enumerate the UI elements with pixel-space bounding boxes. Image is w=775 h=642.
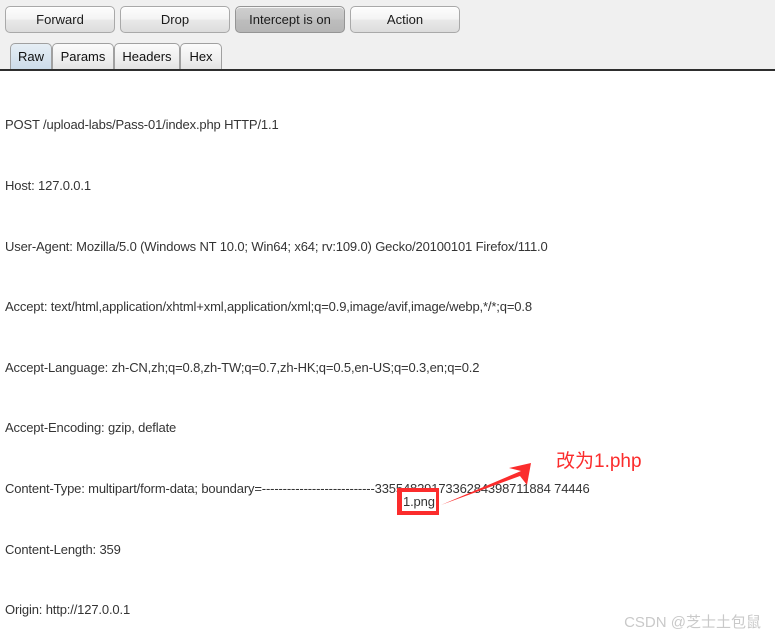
tab-headers[interactable]: Headers <box>114 43 180 69</box>
action-button[interactable]: Action <box>350 6 460 33</box>
tab-params[interactable]: Params <box>52 43 114 69</box>
drop-button[interactable]: Drop <box>120 6 230 33</box>
header-accept-encoding: Accept-Encoding: gzip, deflate <box>5 420 177 436</box>
header-accept-language: Accept-Language: zh-CN,zh;q=0.8,zh-TW;q=… <box>5 359 480 375</box>
forward-button[interactable]: Forward <box>5 6 115 33</box>
tab-raw[interactable]: Raw <box>10 43 52 69</box>
filename-highlight-value: 1.png <box>402 492 436 511</box>
request-line: POST /upload-labs/Pass-01/index.php HTTP… <box>5 117 279 133</box>
annotation-arrow-icon <box>441 463 531 505</box>
raw-request-panel[interactable]: POST /upload-labs/Pass-01/index.php HTTP… <box>0 71 775 642</box>
annotation-label: 改为1.php <box>556 451 642 472</box>
content-type-prefix: Content-Type: multipart/form-data; bound… <box>5 480 375 496</box>
csdn-watermark: CSDN @芝士土包鼠 <box>624 614 761 631</box>
message-view-tabs: Raw Params Headers Hex <box>0 40 775 71</box>
header-accept: Accept: text/html,application/xhtml+xml,… <box>5 299 532 315</box>
header-user-agent: User-Agent: Mozilla/5.0 (Windows NT 10.0… <box>5 238 548 254</box>
action-toolbar: Forward Drop Intercept is on Action <box>0 0 775 41</box>
http-request-text[interactable]: POST /upload-labs/Pass-01/index.php HTTP… <box>0 71 775 642</box>
intercept-toggle-button[interactable]: Intercept is on <box>235 6 345 33</box>
header-content-length: Content-Length: 359 <box>5 541 121 557</box>
header-content-type: Content-Type: multipart/form-data; bound… <box>5 479 775 499</box>
header-host: Host: 127.0.0.1 <box>5 178 91 193</box>
tab-hex[interactable]: Hex <box>180 43 222 69</box>
